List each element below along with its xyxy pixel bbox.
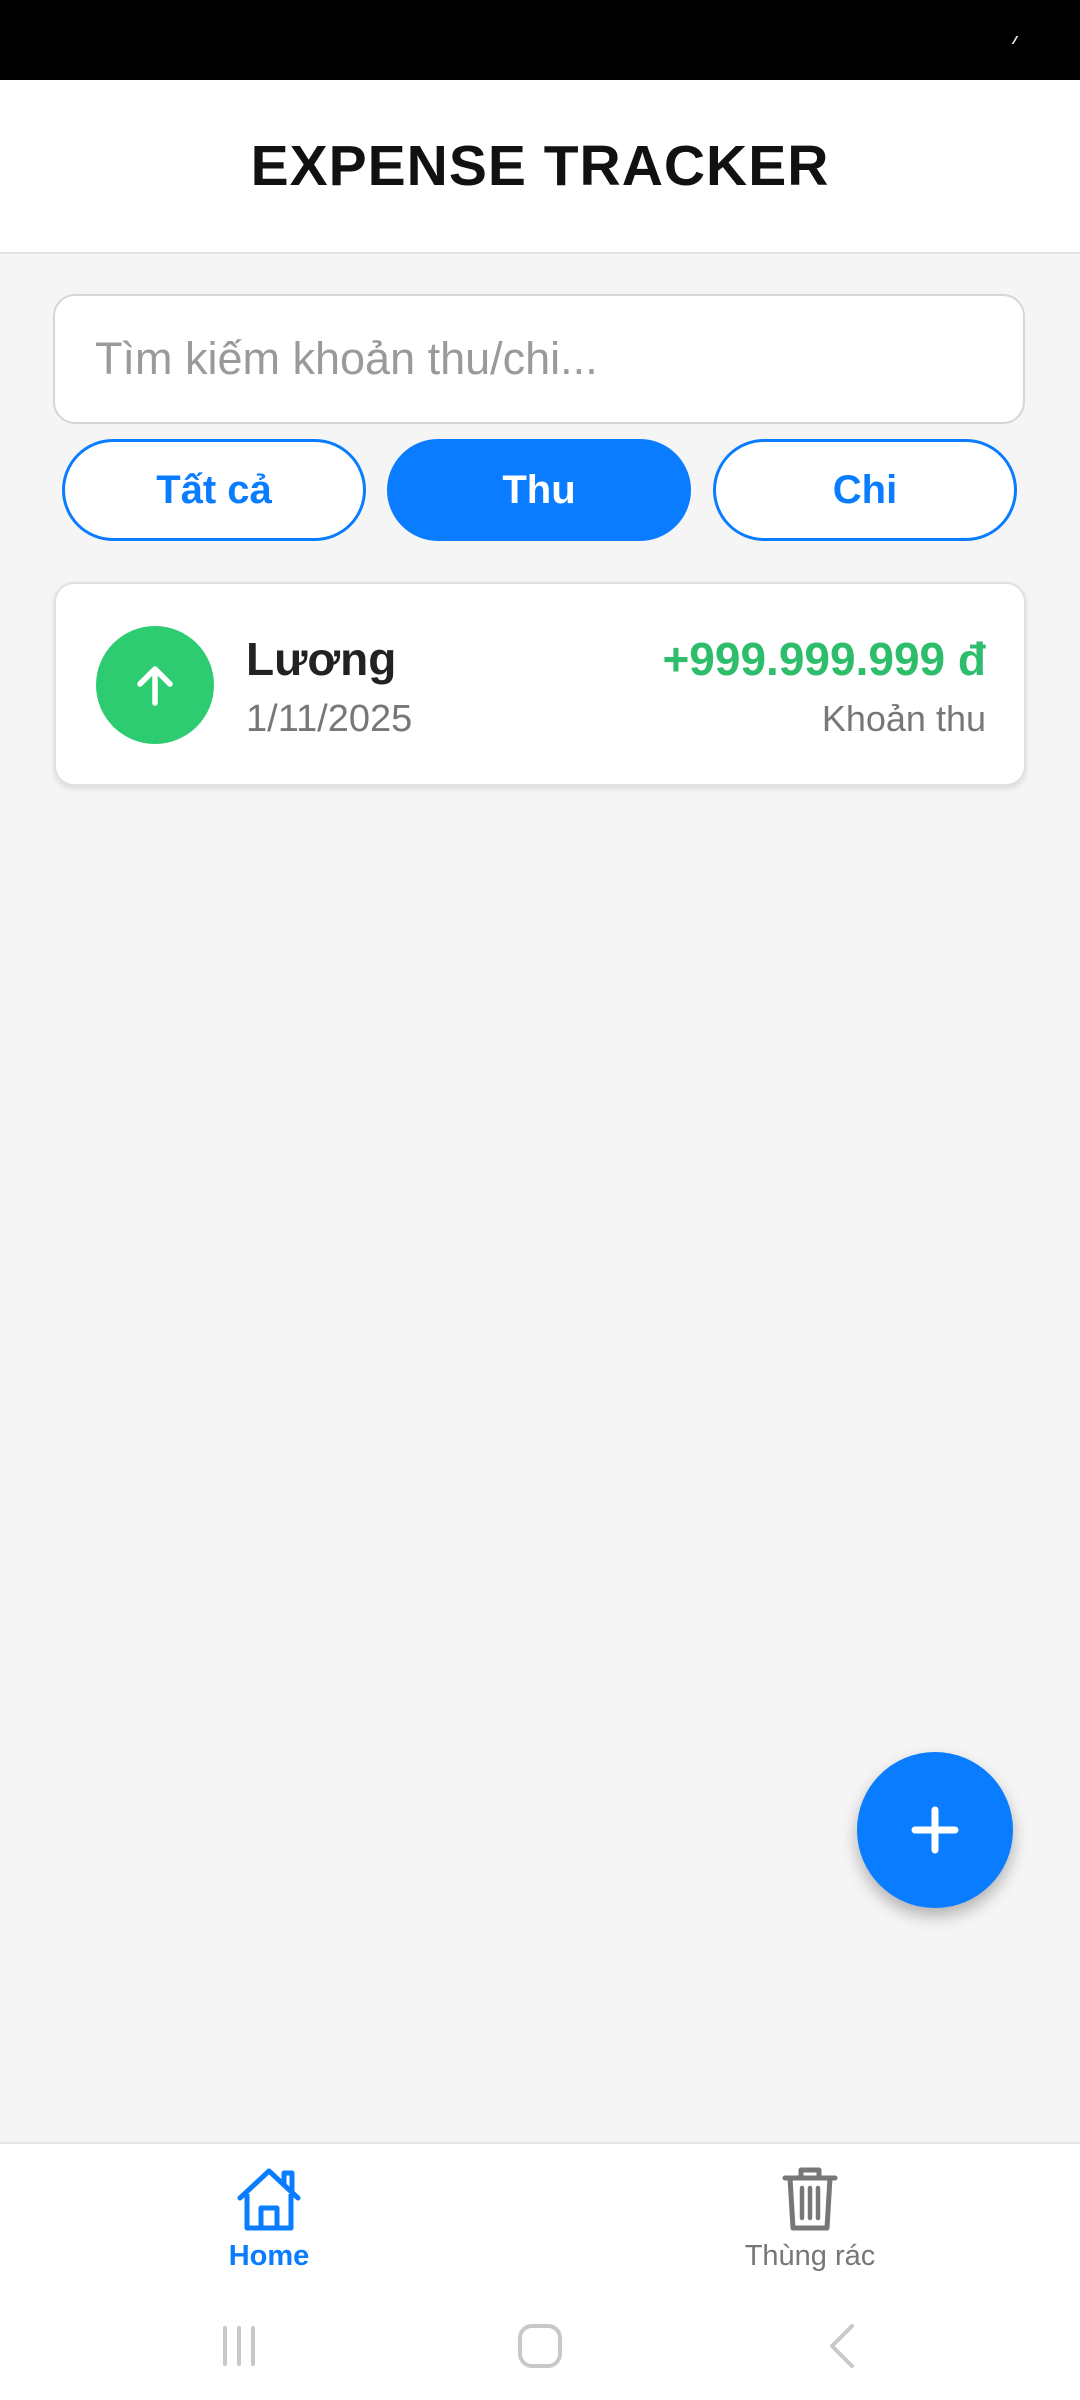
app-header: EXPENSE TRACKER (0, 80, 1080, 254)
nav-trash-label: Thùng rác (744, 2240, 876, 2272)
transaction-type: Khoản thu (821, 698, 986, 739)
back-icon (830, 2324, 854, 2368)
back-button[interactable] (812, 2316, 872, 2376)
nav-trash[interactable]: Thùng rác (680, 2164, 940, 2284)
filter-income-button[interactable]: Thu (387, 439, 691, 541)
transaction-amount: +999.999.999 đ (662, 633, 986, 685)
search-input[interactable] (53, 294, 1025, 424)
trash-icon (782, 2167, 838, 2231)
transaction-name: Lương (246, 633, 397, 685)
nav-home-label: Home (228, 2240, 310, 2272)
home-system-button[interactable] (510, 2316, 570, 2376)
income-icon-circle (96, 626, 214, 744)
status-indicator (1011, 36, 1025, 44)
transaction-card[interactable]: Lương 1/11/2025 +999.999.999 đ Khoản thu (54, 582, 1026, 786)
nav-home[interactable]: Home (139, 2164, 399, 2284)
system-navigation-bar (0, 2292, 1080, 2400)
page-title: EXPENSE TRACKER (250, 134, 830, 198)
recent-apps-icon (223, 2326, 255, 2366)
filter-expense-button[interactable]: Chi (713, 439, 1017, 541)
add-transaction-button[interactable] (857, 1752, 1013, 1908)
plus-icon (911, 1806, 959, 1854)
bottom-navigation: Home Thùng rác (0, 2142, 1080, 2294)
home-icon (237, 2168, 301, 2231)
home-system-icon (518, 2324, 562, 2368)
arrow-up-icon (137, 666, 173, 706)
recent-apps-button[interactable] (209, 2316, 269, 2376)
status-bar (0, 0, 1080, 80)
filter-bar: Tất cả Thu Chi (62, 439, 1017, 541)
filter-all-button[interactable]: Tất cả (62, 439, 366, 541)
transaction-date: 1/11/2025 (246, 698, 413, 740)
